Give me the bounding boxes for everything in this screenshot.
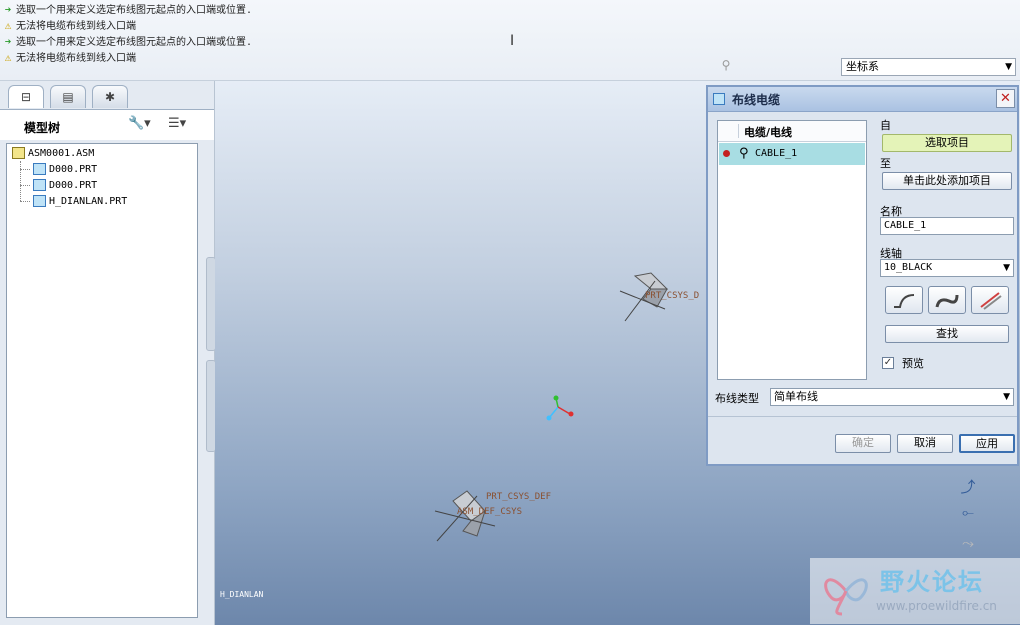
route-harness-icon: [980, 292, 1002, 310]
watermark-url: www.proewildfire.cn: [876, 599, 997, 613]
cable-list-header: 电缆/电线: [718, 121, 866, 142]
forum-watermark: 野火论坛 www.proewildfire.cn: [810, 558, 1020, 624]
chevron-down-icon: ▼: [1005, 62, 1012, 72]
route-simple-icon: [894, 294, 915, 308]
dialog-icon: [713, 93, 725, 105]
from-label: 自: [880, 119, 891, 132]
folder-icon: ▤: [62, 90, 74, 104]
message-line: ⚠ 无法将电缆布线到线入口端: [2, 18, 136, 34]
dialog-titlebar[interactable]: 布线电缆 ✕: [708, 87, 1017, 112]
route-bend-button[interactable]: [928, 286, 966, 314]
route-harness-button[interactable]: [971, 286, 1009, 314]
to-label: 至: [880, 157, 891, 170]
model-name-label: H_DIANLAN: [220, 590, 264, 599]
preview-label: 预览: [902, 357, 924, 370]
tree-settings-icon[interactable]: 🔧▾: [128, 116, 151, 131]
message-line: ⚠ 无法将电缆布线到线入口端: [2, 50, 136, 66]
butterfly-logo-icon: [824, 578, 868, 616]
favorites-icon: ✱: [104, 90, 116, 104]
prompt-arrow-icon: ➔: [4, 35, 12, 48]
status-dot-icon: [723, 150, 730, 157]
name-input[interactable]: CABLE_1: [880, 217, 1014, 235]
part-icon: [33, 195, 46, 207]
warning-icon: ⚠: [4, 19, 12, 32]
assembly-icon: [12, 147, 25, 159]
watermark-title: 野火论坛: [880, 568, 984, 596]
close-button[interactable]: ✕: [996, 89, 1015, 108]
route-type-label: 布线类型: [715, 392, 759, 405]
find-button[interactable]: 查找: [885, 325, 1009, 343]
message-line: ➔ 选取一个用来定义选定布线图元起点的入口端或位置.: [2, 34, 252, 50]
model-tree-title: 模型树: [24, 121, 61, 135]
harness-icon: ⤳: [961, 534, 974, 552]
route-simple-button[interactable]: [885, 286, 923, 314]
message-area: ➔ 选取一个用来定义选定布线图元起点的入口端或位置. ⚠ 无法将电缆布线到线入口端 …: [0, 0, 1020, 81]
model-tree-toolbar: 模型树 🔧▾ ☰▾: [0, 109, 214, 140]
preview-checkbox[interactable]: ✓: [882, 357, 894, 369]
to-add-button[interactable]: 单击此处添加项目: [882, 172, 1012, 190]
warning-icon: ⚠: [4, 51, 12, 64]
tab-folder-browser[interactable]: ▤: [50, 85, 86, 108]
spool-dropdown[interactable]: 10_BLACK ▼: [880, 259, 1014, 277]
csys-label: PRT_CSYS_DEF: [486, 492, 552, 502]
connector-icon[interactable]: ⟜: [957, 503, 979, 525]
tree-item-assembly[interactable]: ASM0001.ASM: [12, 146, 94, 161]
prompt-arrow-icon: ➔: [4, 3, 12, 16]
selection-filter-dropdown[interactable]: 坐标系 ▼: [841, 58, 1016, 76]
navigator-panel: ⊟ ▤ ✱ 模型树 🔧▾ ☰▾ ASM0001.ASM D000.PRT D00…: [0, 81, 215, 625]
csys-label: PRT_CSYS_D: [645, 291, 700, 301]
tab-model-tree[interactable]: ⊟: [8, 85, 44, 108]
list-item[interactable]: ⚲ CABLE_1: [719, 143, 865, 165]
message-line: ➔ 选取一个用来定义选定布线图元起点的入口端或位置.: [2, 2, 252, 18]
model-tree-icon: ⊟: [20, 90, 32, 104]
route-cable-icon[interactable]: ⤴: [957, 476, 979, 498]
tab-favorites[interactable]: ✱: [92, 85, 128, 108]
route-type-dropdown[interactable]: 简单布线 ▼: [770, 388, 1014, 406]
dialog-title: 布线电缆: [732, 93, 781, 107]
chevron-down-icon: ▼: [1003, 392, 1010, 402]
route-cables-dialog: 布线电缆 ✕ 电缆/电线 ⚲ CABLE_1 自 选取项目 至 单击此处添加项目…: [706, 85, 1019, 466]
part-icon: [33, 179, 46, 191]
close-icon: ✕: [1000, 91, 1011, 106]
chevron-down-icon: ▼: [1003, 263, 1010, 273]
tree-item-part[interactable]: H_DIANLAN.PRT: [33, 194, 127, 209]
ok-button[interactable]: 确定: [835, 434, 891, 453]
cancel-button[interactable]: 取消: [897, 434, 953, 453]
tree-item-part[interactable]: D000.PRT: [33, 162, 97, 177]
cable-list: 电缆/电线 ⚲ CABLE_1: [717, 120, 867, 380]
model-tree: ASM0001.ASM D000.PRT D000.PRT H_DIANLAN.…: [6, 143, 198, 618]
tree-item-part[interactable]: D000.PRT: [33, 178, 97, 193]
checkmark-icon: ✓: [883, 357, 893, 368]
text-cursor-icon: I: [510, 33, 515, 49]
coordinate-triad: [546, 395, 574, 421]
apply-button[interactable]: 应用: [959, 434, 1015, 453]
part-icon: [33, 163, 46, 175]
from-select-button[interactable]: 选取项目: [882, 134, 1012, 152]
cable-icon: ⚲: [739, 146, 749, 161]
route-bend-icon: [935, 294, 959, 308]
tree-columns-icon[interactable]: ☰▾: [168, 116, 186, 131]
selection-filter-icon[interactable]: ⚲: [718, 58, 734, 76]
csys-label: ASM_DEF_CSYS: [457, 507, 523, 517]
